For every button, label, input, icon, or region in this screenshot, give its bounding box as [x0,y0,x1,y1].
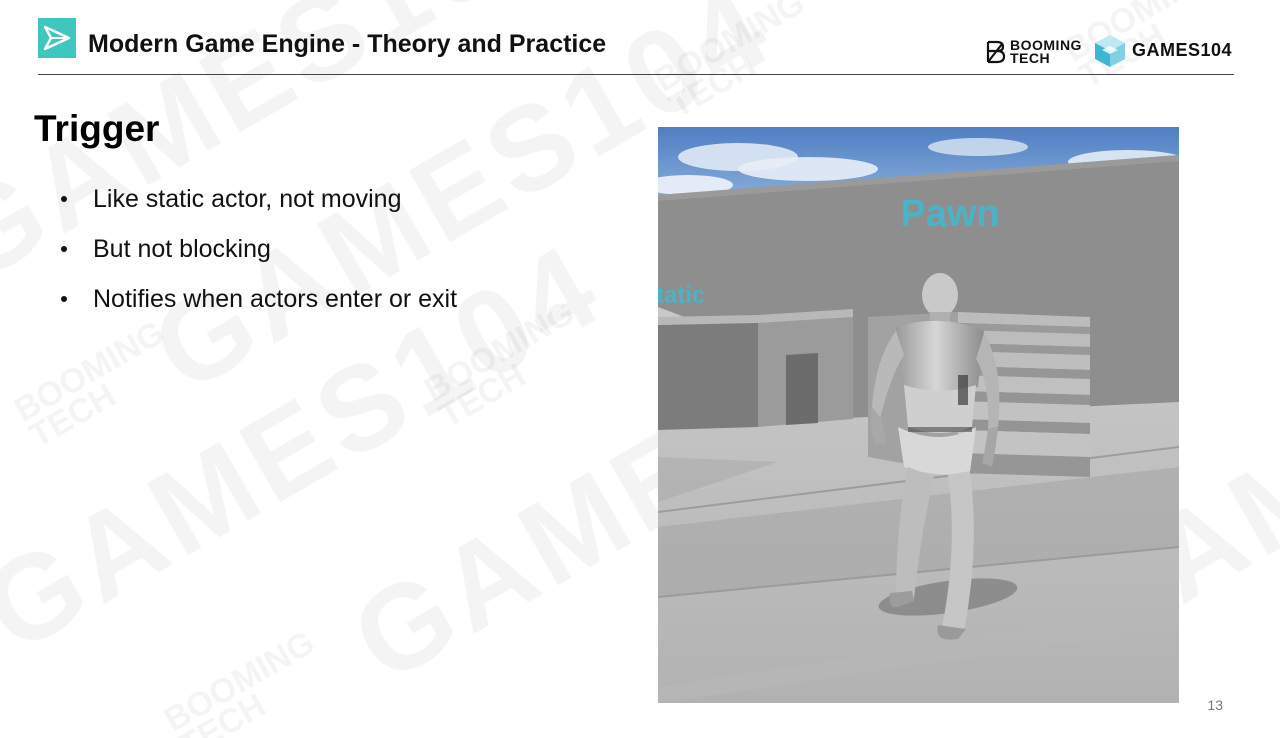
games104-cube-icon [1095,35,1125,67]
static-label: tatic [658,282,705,309]
watermark-booming-line: TECH [23,376,122,455]
tech-text-line: TECH [1010,50,1051,66]
page-number: 13 [1207,697,1223,713]
bullet-text: But not blocking [93,235,271,263]
watermark-booming-line: TECH [433,356,532,435]
watermark-booming-line: BOOMING [648,0,811,99]
watermark-booming-line: BOOMING [158,623,321,738]
static-block [658,322,758,430]
bullet-item: But not blocking [58,233,457,283]
pawn-label: Pawn [900,193,999,235]
watermark-booming: BOOMING TECH [648,0,824,125]
bullet-list: Like static actor, not moving But not bl… [58,183,457,333]
bullet-dot-icon [61,296,67,302]
watermark-booming: BOOMING TECH [8,313,184,455]
watermark-booming-line: TECH [663,46,762,125]
booming-b-icon [986,40,1006,64]
bullet-text: Like static actor, not moving [93,185,402,213]
booming-tech-logo: BOOMING TECH [985,36,1082,68]
bullet-item: Notifies when actors enter or exit [58,283,457,333]
slide-title: Trigger [34,108,160,149]
watermark-booming: BOOMING TECH [158,623,334,738]
bullet-dot-icon [61,246,67,252]
course-title: Modern Game Engine - Theory and Practice [88,30,607,58]
watermark-booming-line: TECH [173,686,272,738]
games104-logo-text: GAMES104 [1132,40,1233,60]
play-arrow-icon [38,18,76,58]
bullet-text: Notifies when actors enter or exit [93,285,458,313]
game-viewport-image: Pawn tatic [658,127,1179,703]
bullet-dot-icon [61,196,67,202]
bullet-item: Like static actor, not moving [58,183,457,233]
booming-tech-text: BOOMING TECH [1010,38,1082,66]
slide: GAMES104 GAMES104 GAMES104 GAMES104 GAME… [0,0,1280,738]
header-divider [38,74,1234,75]
